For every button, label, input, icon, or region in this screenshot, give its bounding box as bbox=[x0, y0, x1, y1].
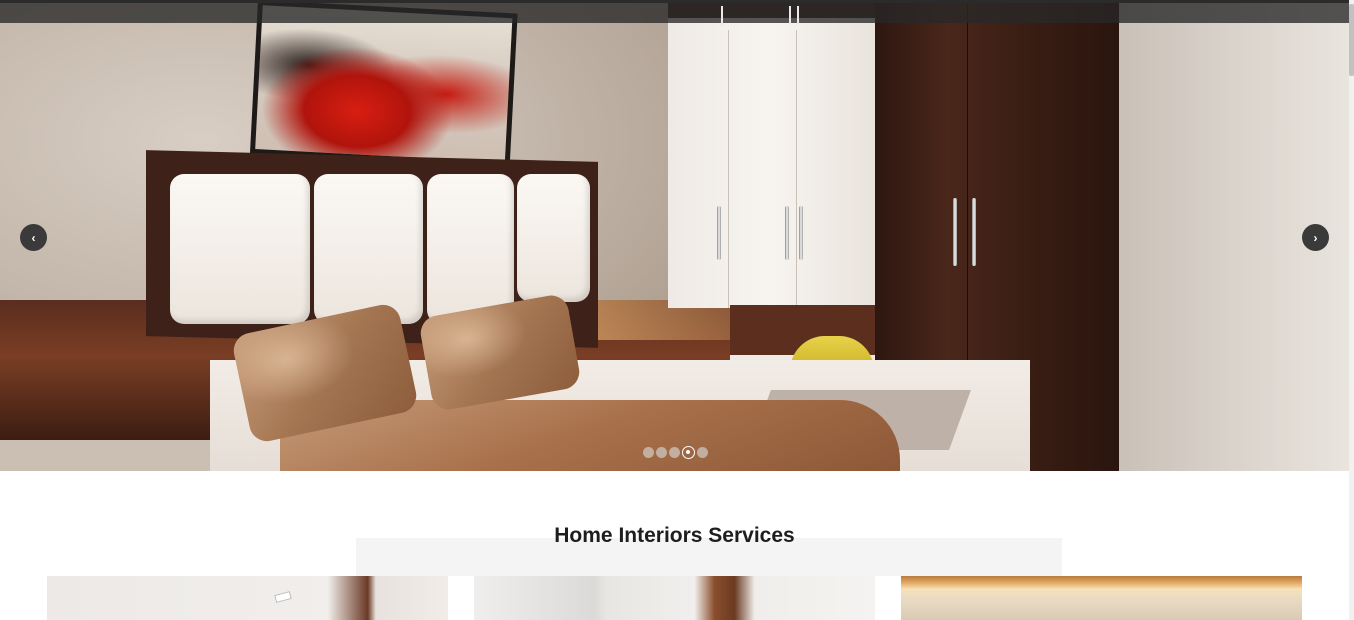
slider-pagination bbox=[643, 446, 708, 459]
service-card-3[interactable] bbox=[901, 576, 1302, 620]
scrollbar-thumb[interactable] bbox=[1349, 4, 1354, 76]
page-scrollbar[interactable] bbox=[1349, 0, 1354, 620]
slider-dot-1[interactable] bbox=[643, 447, 654, 458]
slider-next-button[interactable]: › bbox=[1302, 224, 1329, 251]
slider-prev-button[interactable]: ‹ bbox=[20, 224, 47, 251]
slider-dot-4-active[interactable] bbox=[682, 446, 695, 459]
hero-slider[interactable]: ‹ › bbox=[0, 0, 1349, 471]
page: ‹ › Home Interiors Services bbox=[0, 0, 1354, 620]
service-card-2[interactable] bbox=[474, 576, 875, 620]
services-section-title: Home Interiors Services bbox=[554, 524, 795, 547]
chevron-right-icon: › bbox=[1313, 230, 1318, 245]
slider-dot-2[interactable] bbox=[656, 447, 667, 458]
slide-image-painting bbox=[249, 0, 518, 168]
slider-dot-5[interactable] bbox=[697, 447, 708, 458]
top-header-bar bbox=[0, 0, 1349, 26]
slider-dot-3[interactable] bbox=[669, 447, 680, 458]
slide-image-wardrobe bbox=[668, 18, 876, 308]
chevron-left-icon: ‹ bbox=[31, 230, 36, 245]
service-card-1[interactable] bbox=[47, 576, 448, 620]
